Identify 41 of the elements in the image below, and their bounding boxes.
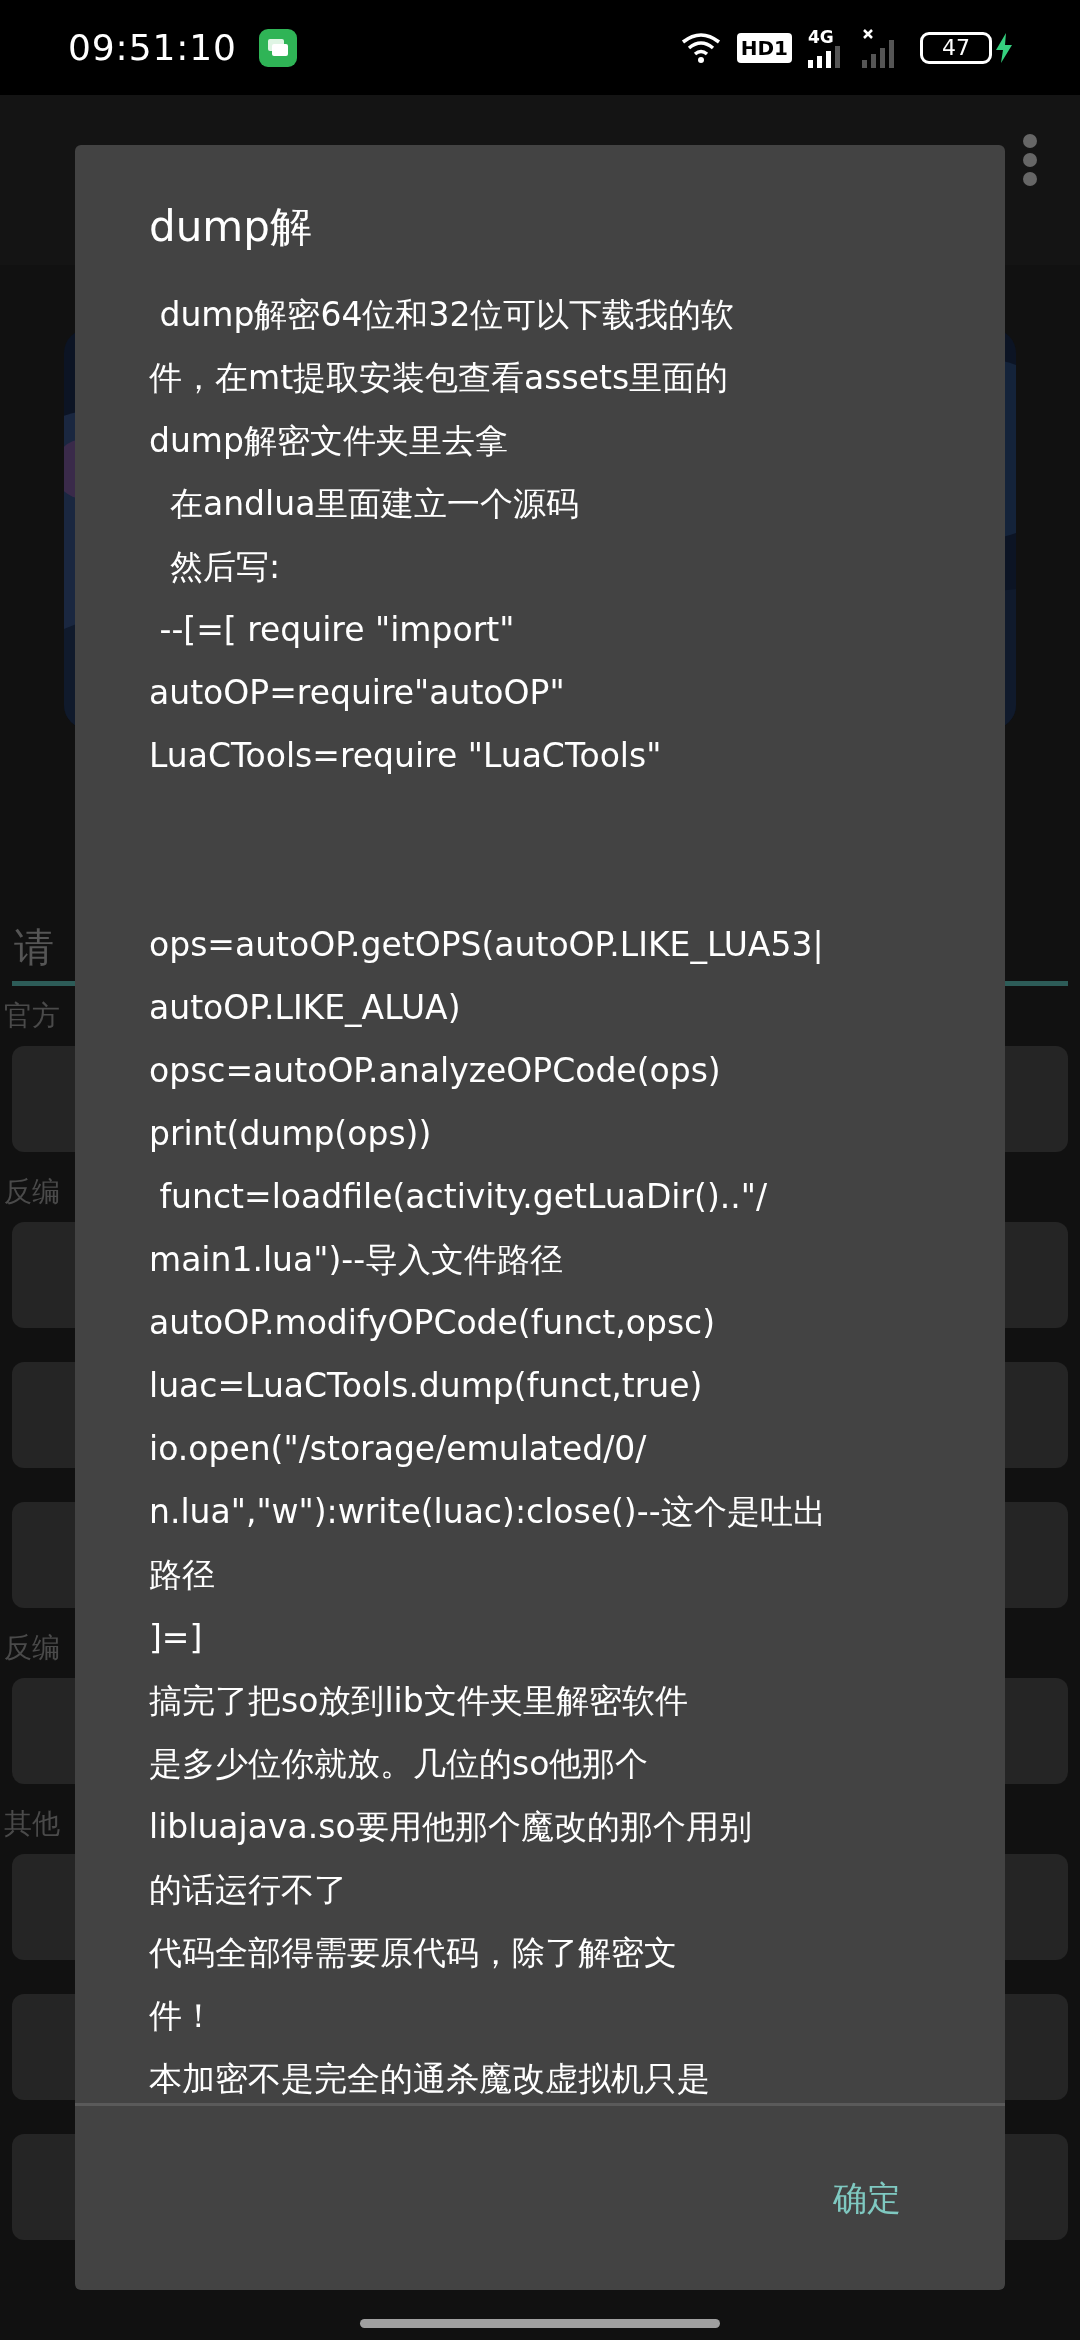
dialog-text-line: libluajava.so要用他那个魔改的那个用别 — [149, 1806, 752, 1848]
dialog-text-line: 在andlua里面建立一个源码 — [168, 483, 580, 525]
dialog-text-line: autoOP=require"autoOP" — [149, 672, 565, 714]
dialog-text-line: funct=loadfile(activity.getLuaDir().."/ — [158, 1176, 768, 1218]
charging-icon — [996, 32, 1012, 63]
dialog-text-line: 的话运行不了 — [149, 1869, 347, 1911]
dialog-text-line: 代码全部得需要原代码，除了解密文 — [149, 1932, 677, 1974]
confirm-button[interactable]: 确定 — [825, 2166, 909, 2230]
message-app-icon — [258, 28, 297, 67]
section-label: 反编 — [4, 1174, 60, 1210]
dialog-text-line: ]=] — [149, 1617, 203, 1659]
dialog-text-line: ops=autoOP.getOPS(autoOP.LIKE_LUA53| — [149, 924, 824, 966]
dialog-text-line: main1.lua")--导入文件路径 — [149, 1239, 564, 1281]
dialog-text-line: autoOP.LIKE_ALUA) — [149, 987, 461, 1029]
dialog-text-line: print(dump(ops)) — [149, 1113, 432, 1155]
battery-indicator: 47 — [920, 31, 992, 64]
dialog-text-line: 然后写: — [168, 546, 281, 588]
dialog-text-line: dump解密64位和32位可以下载我的软 — [158, 294, 735, 336]
hd-badge: HD1 — [736, 32, 792, 63]
section-label: 反编 — [4, 1630, 60, 1666]
dialog-title: dump解 — [149, 201, 312, 253]
dialog-text-line: luac=LuaCTools.dump(funct,true) — [149, 1365, 703, 1407]
dialog-text-line: autoOP.modifyOPCode(funct,opsc) — [149, 1302, 716, 1344]
dialog-text-line: 本加密不是完全的通杀魔改虚拟机只是 — [149, 2058, 710, 2100]
dialog-text-line: 件，在mt提取安装包查看assets里面的 — [149, 357, 729, 399]
dialog-text-line: n.lua","w"):write(luac):close()--这个是吐出 — [149, 1491, 826, 1533]
wifi-icon — [680, 31, 721, 64]
dialog-text-line: LuaCTools=require "LuaCTools" — [149, 735, 662, 777]
dialog-text-line: 件！ — [149, 1995, 215, 2037]
dialog-text-line: opsc=autoOP.analyzeOPCode(ops) — [149, 1050, 721, 1092]
clock: 09:51:10 — [68, 25, 237, 70]
dialog-text-line: dump解密文件夹里去拿 — [149, 420, 508, 462]
section-label: 其他 — [4, 1806, 60, 1842]
dialog-text-line: --[=[ require "import" — [158, 609, 515, 651]
dialog-text-line: 搞完了把so放到lib文件夹里解密软件 — [149, 1680, 688, 1722]
dialog-text-line: 路径 — [149, 1554, 215, 1596]
section-label: 官方 — [4, 998, 60, 1034]
dialog-text-line: 是多少位你就放。几位的so他那个 — [149, 1743, 649, 1785]
network-label: 4G — [808, 27, 834, 46]
dialog-text-line: io.open("/storage/emulated/0/ — [149, 1428, 647, 1470]
more-icon — [1022, 133, 1038, 187]
